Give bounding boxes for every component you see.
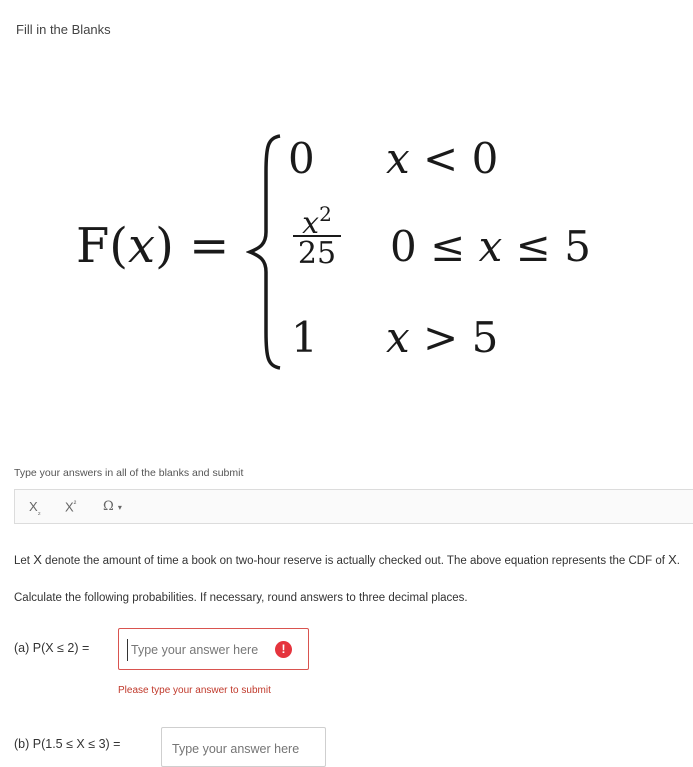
- case-1-condition: x < 0: [386, 134, 499, 183]
- case-3-value: 1: [291, 313, 318, 362]
- formula-left-brace: [246, 134, 281, 370]
- formula-lhs-x: x: [128, 218, 156, 274]
- page-title: Fill in the Blanks: [16, 22, 111, 37]
- question-b-answer-box[interactable]: [161, 727, 326, 767]
- case-3-condition: x > 5: [386, 313, 499, 362]
- math-toolbar: X₂ X² Ω ▾: [14, 489, 693, 524]
- question-a-input[interactable]: [127, 639, 283, 661]
- problem-statement: Let X denote the amount of time a book o…: [14, 552, 680, 567]
- error-icon: !: [275, 641, 292, 658]
- superscript-button[interactable]: X²: [65, 499, 76, 514]
- question-b-input[interactable]: [170, 738, 314, 760]
- question-a-error: Please type your answer to submit: [118, 685, 271, 696]
- case-1-value: 0: [288, 134, 315, 183]
- chevron-down-icon: ▾: [117, 503, 122, 512]
- subscript-button[interactable]: X₂: [29, 499, 41, 517]
- question-a-label: (a) P(X ≤ 2) =: [14, 641, 90, 655]
- formula-lhs: F(x) =: [76, 218, 229, 274]
- case-2-fraction: x2 25: [291, 197, 343, 271]
- instructions-hint: Type your answers in all of the blanks a…: [14, 467, 244, 479]
- formula-lhs-f: F(: [76, 218, 129, 274]
- omega-icon: Ω: [103, 499, 114, 514]
- formula-lhs-close: ) =: [155, 218, 230, 274]
- question-b-label: (b) P(1.5 ≤ X ≤ 3) =: [14, 737, 121, 751]
- case-2-condition: 0 ≤ x ≤ 5: [390, 222, 591, 271]
- problem-instruction: Calculate the following probabilities. I…: [14, 592, 468, 604]
- symbols-button[interactable]: Ω ▾: [103, 499, 122, 514]
